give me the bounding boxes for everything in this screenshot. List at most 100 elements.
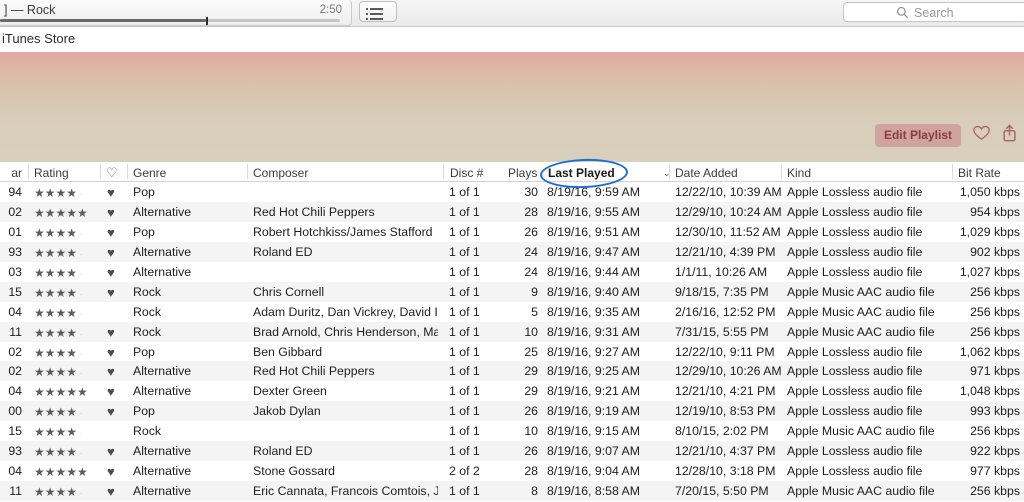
scrubber-knob[interactable] — [205, 17, 208, 25]
cell-genre: Rock — [133, 424, 162, 439]
cell-genre: Alternative — [133, 384, 192, 399]
cell-year: 02 — [8, 364, 22, 379]
cell-rating[interactable]: ★★★★ · — [34, 326, 98, 340]
cell-love-icon[interactable]: ♥ — [107, 444, 125, 459]
cell-rating[interactable]: ★★★★ · — [34, 286, 98, 300]
table-row[interactable]: 93 ★★★★ · ♥ Alternative Roland ED 1 of 1 26 8/1… — [0, 441, 1024, 462]
cell-bit-rate: 256 kbps — [970, 484, 1020, 499]
cell-plays: 26 — [524, 224, 538, 239]
cell-date-added: 12/21/10, 4:39 PM — [675, 244, 776, 259]
table-row[interactable]: 02 ★★★★ · ♥ Pop Ben Gibbard 1 of 1 25 8/19/16, … — [0, 341, 1024, 362]
column-divider[interactable] — [952, 164, 953, 179]
cell-love-icon[interactable]: ♥ — [107, 484, 125, 499]
cell-rating[interactable]: ★★★★ · — [34, 485, 98, 499]
table-row[interactable]: 15 ★★★★ · Rock 1 of 1 10 8/19/16, 9:15 AM 8/10… — [0, 421, 1024, 442]
column-header-plays[interactable]: Plays — [508, 166, 537, 180]
cell-last-played: 8/19/16, 9:47 AM — [547, 244, 640, 259]
column-divider[interactable] — [781, 164, 782, 179]
column-header-bit-rate[interactable]: Bit Rate — [958, 166, 1001, 180]
cell-love-icon[interactable]: ♥ — [107, 265, 125, 280]
column-header-genre[interactable]: Genre — [133, 166, 166, 180]
table-row[interactable]: 11 ★★★★ · ♥ Alternative Eric Cannata, Franco… — [0, 481, 1024, 501]
cell-genre: Alternative — [133, 244, 192, 259]
cell-disc: 1 of 1 — [449, 264, 480, 279]
column-divider[interactable] — [127, 164, 128, 179]
cell-love-icon[interactable]: ♥ — [107, 404, 125, 419]
table-row[interactable]: 02 ★★★★★ ♥ Alternative Red Hot Chili Peppers… — [0, 201, 1024, 222]
scrubber-track[interactable] — [0, 17, 340, 25]
cell-genre: Alternative — [133, 264, 192, 279]
cell-rating[interactable]: ★★★★ · — [34, 186, 98, 200]
cell-plays: 10 — [524, 424, 538, 439]
table-row[interactable]: 00 ★★★★ · ♥ Pop Jakob Dylan 1 of 1 26 8/19/16, … — [0, 401, 1024, 422]
cell-rating[interactable]: ★★★★★ — [34, 206, 98, 220]
column-divider[interactable] — [100, 164, 101, 179]
table-row[interactable]: 04 ★★★★★ ♥ Alternative Stone Gossard 2 of 2 28… — [0, 461, 1024, 482]
cell-bit-rate: 1,029 kbps — [959, 224, 1020, 239]
column-header-love-icon[interactable]: ♡ — [106, 165, 118, 181]
cell-rating[interactable]: ★★★★ · — [34, 306, 98, 320]
column-header-last-played[interactable]: Last Played — [548, 166, 615, 180]
column-divider[interactable] — [247, 164, 248, 179]
cell-year: 15 — [8, 284, 22, 299]
cell-last-played: 8/19/16, 9:55 AM — [547, 204, 640, 219]
table-row[interactable]: 04 ★★★★★ ♥ Alternative Dexter Green 1 of 1 29 8… — [0, 381, 1024, 402]
column-header-disc[interactable]: Disc # — [450, 166, 483, 180]
search-input[interactable]: Search — [843, 2, 1024, 22]
cell-love-icon[interactable]: ♥ — [107, 464, 125, 479]
cell-rating[interactable]: ★★★★ · — [34, 266, 98, 280]
cell-rating[interactable]: ★★★★★ — [34, 465, 98, 479]
column-header-date-added[interactable]: Date Added — [675, 166, 738, 180]
cell-rating[interactable]: ★★★★ · — [34, 405, 98, 419]
cell-year: 04 — [8, 304, 22, 319]
cell-rating[interactable]: ★★★★★ — [34, 385, 98, 399]
column-header-composer[interactable]: Composer — [253, 166, 308, 180]
cell-rating[interactable]: ★★★★ · — [34, 425, 98, 439]
cell-composer: Stone Gossard — [253, 464, 336, 479]
rating-empty-dot: · — [77, 268, 83, 279]
cell-genre: Alternative — [133, 484, 192, 499]
cell-love-icon[interactable]: ♥ — [107, 185, 125, 200]
cell-bit-rate: 1,050 kbps — [959, 185, 1020, 199]
cell-rating[interactable]: ★★★★ · — [34, 226, 98, 240]
cell-last-played: 8/19/16, 9:07 AM — [547, 444, 640, 459]
cell-love-icon[interactable]: ♥ — [107, 345, 125, 360]
cell-love-icon[interactable]: ♥ — [107, 384, 125, 399]
cell-last-played: 8/19/16, 9:21 AM — [547, 384, 640, 399]
cell-love-icon[interactable]: ♥ — [107, 325, 125, 340]
list-view-icon — [366, 8, 383, 23]
cell-plays: 9 — [531, 284, 538, 299]
share-icon[interactable] — [1002, 124, 1017, 147]
cell-rating[interactable]: ★★★★ · — [34, 445, 98, 459]
column-divider[interactable] — [28, 164, 29, 179]
edit-playlist-button[interactable]: Edit Playlist — [874, 124, 961, 147]
itunes-store-tab[interactable]: iTunes Store — [2, 31, 75, 46]
rating-empty-dot: · — [77, 448, 83, 459]
column-header-year[interactable]: ar — [0, 166, 22, 180]
cell-last-played: 8/19/16, 9:19 AM — [547, 404, 640, 419]
cell-love-icon[interactable]: ♥ — [107, 205, 125, 220]
table-row[interactable]: 01 ★★★★ · ♥ Pop Robert Hotchkiss/James Staff… — [0, 221, 1024, 242]
heart-outline-icon[interactable] — [973, 125, 990, 146]
table-row[interactable]: 11 ★★★★ · ♥ Rock Brad Arnold, Chris Henderso… — [0, 321, 1024, 342]
cell-bit-rate: 1,027 kbps — [959, 264, 1020, 279]
cell-love-icon[interactable]: ♥ — [107, 364, 125, 379]
cell-love-icon[interactable]: ♥ — [107, 225, 125, 240]
list-view-button[interactable] — [359, 1, 397, 22]
column-divider[interactable] — [443, 164, 444, 179]
table-row[interactable]: 03 ★★★★ · ♥ Alternative 1 of 1 24 8/19/16, 9:4… — [0, 261, 1024, 282]
cell-rating[interactable]: ★★★★ · — [34, 365, 98, 379]
table-row[interactable]: 15 ★★★★ · ♥ Rock Chris Cornell 1 of 1 9 8/19/16… — [0, 281, 1024, 302]
table-row[interactable]: 93 ★★★★ · ♥ Alternative Roland ED 1 of 1 24 8/1… — [0, 241, 1024, 262]
cell-love-icon[interactable]: ♥ — [107, 285, 125, 300]
column-header-rating[interactable]: Rating — [34, 166, 69, 180]
now-playing-pane[interactable]: ] — Rock 2:50 — [0, 0, 352, 26]
table-row[interactable]: 04 ★★★★ · Rock Adam Duritz, Dan Vickrey, Da… — [0, 301, 1024, 322]
column-header-kind[interactable]: Kind — [787, 166, 811, 180]
cell-love-icon[interactable]: ♥ — [107, 245, 125, 260]
cell-rating[interactable]: ★★★★ · — [34, 346, 98, 360]
table-row[interactable]: 94 ★★★★ · ♥ Pop 1 of 1 30 8/19/16, 9:59 AM 12/2… — [0, 182, 1024, 202]
cell-rating[interactable]: ★★★★ · — [34, 246, 98, 260]
table-row[interactable]: 02 ★★★★ · ♥ Alternative Red Hot Chili Pepper… — [0, 361, 1024, 382]
column-divider[interactable] — [669, 164, 670, 179]
